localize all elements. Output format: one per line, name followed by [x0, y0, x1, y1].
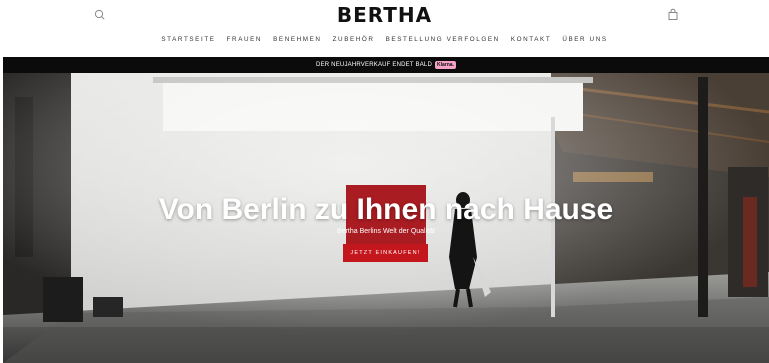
announcement-bar: DER NEUJAHRVERKAUF ENDET BALD Klarna.: [3, 57, 769, 73]
hero-banner: DER NEUJAHRVERKAUF ENDET BALD Klarna. Vo…: [3, 57, 769, 363]
nav-item-kontakt[interactable]: KONTAKT: [511, 36, 551, 43]
shopping-bag-icon[interactable]: [667, 8, 679, 22]
announcement-text: DER NEUJAHRVERKAUF ENDET BALD: [316, 62, 432, 68]
hero-title: Von Berlin zu Ihnen nach Hause: [158, 193, 614, 226]
brand-logo[interactable]: BERTHA: [0, 3, 769, 27]
nav-item-startseite[interactable]: STARTSEITE: [161, 36, 215, 43]
nav-item-bestellung-verfolgen[interactable]: BESTELLUNG VERFOLGEN: [386, 36, 500, 43]
nav-item-frauen[interactable]: FRAUEN: [227, 36, 263, 43]
nav-item-zubehoer[interactable]: ZUBEHÖR: [333, 36, 375, 43]
main-navigation: STARTSEITE FRAUEN BENEHMEN ZUBEHÖR BESTE…: [0, 36, 769, 43]
site-header: BERTHA STARTSEITE FRAUEN BENEHMEN ZUBEHÖ…: [0, 0, 769, 57]
hero-subtitle: Bertha Berlins Welt der Qualität: [337, 228, 435, 235]
klarna-badge: Klarna.: [434, 61, 456, 69]
nav-item-benehmen[interactable]: BENEHMEN: [273, 36, 322, 43]
shop-now-button[interactable]: JETZT EINKAUFEN!: [343, 244, 428, 262]
nav-item-ueber-uns[interactable]: ÜBER UNS: [562, 36, 607, 43]
